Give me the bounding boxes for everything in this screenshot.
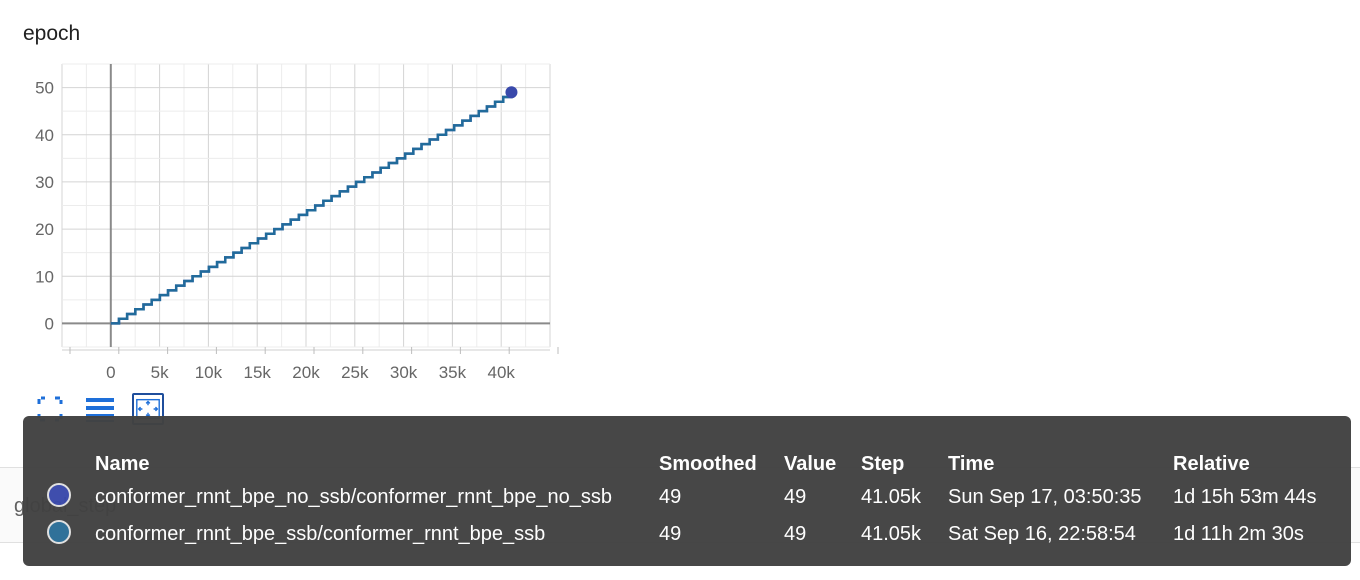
row-value: 49	[784, 486, 807, 508]
row-smoothed: 49	[659, 486, 682, 508]
tooltip-row: conformer_rnnt_bpe_ssb/conformer_rnnt_bp…	[23, 519, 1351, 549]
chart-tooltip: Name Smoothed Value Step Time Relative c…	[23, 416, 1351, 566]
y-tick-label: 10	[35, 267, 54, 286]
row-value: 49	[784, 523, 807, 545]
hover-point-marker	[505, 86, 518, 99]
x-tick-label: 5k	[151, 363, 169, 382]
x-tick-label: 30k	[390, 363, 418, 382]
row-relative: 1d 15h 53m 44s	[1173, 486, 1317, 508]
x-tick-label: 40k	[487, 363, 515, 382]
y-tick-label: 30	[35, 173, 54, 192]
header-value: Value	[784, 453, 837, 475]
y-tick-label: 40	[35, 126, 54, 145]
chart-grid	[61, 63, 551, 348]
row-time: Sat Sep 16, 22:58:54	[948, 523, 1136, 545]
chart-series[interactable]	[110, 86, 518, 325]
series-line[interactable]	[110, 92, 513, 325]
x-tick-label: 15k	[243, 363, 271, 382]
run-color-swatch	[47, 520, 71, 544]
tooltip-header: Name Smoothed Value Step Time Relative	[23, 449, 1351, 479]
y-tick-label: 0	[45, 314, 54, 333]
header-step: Step	[861, 453, 905, 475]
row-name: conformer_rnnt_bpe_no_ssb/conformer_rnnt…	[95, 486, 613, 508]
header-time: Time	[948, 453, 995, 475]
row-time: Sun Sep 17, 03:50:35	[948, 486, 1142, 508]
tooltip-row: conformer_rnnt_bpe_no_ssb/conformer_rnnt…	[23, 482, 1351, 512]
row-name: conformer_rnnt_bpe_ssb/conformer_rnnt_bp…	[95, 523, 546, 545]
row-smoothed: 49	[659, 523, 682, 545]
x-tick-label: 0	[106, 363, 115, 382]
row-relative: 1d 11h 2m 30s	[1173, 523, 1304, 545]
series-line[interactable]	[110, 92, 513, 325]
x-tick-label: 35k	[439, 363, 467, 382]
row-step: 41.05k	[861, 523, 922, 545]
row-step: 41.05k	[861, 486, 922, 508]
header-name: Name	[95, 453, 150, 475]
epoch-chart[interactable]: 0 5k 10k 15k 20k 25k 30k 35k 40k 0 10 20 30 40 50	[0, 0, 1360, 400]
x-tick-label: 10k	[195, 363, 223, 382]
x-tick-label: 25k	[341, 363, 369, 382]
x-tick-label: 20k	[292, 363, 320, 382]
run-color-swatch	[47, 483, 71, 507]
y-tick-label: 20	[35, 220, 54, 239]
header-relative: Relative	[1173, 453, 1250, 475]
y-tick-label: 50	[35, 79, 54, 98]
header-smoothed: Smoothed	[659, 453, 757, 475]
